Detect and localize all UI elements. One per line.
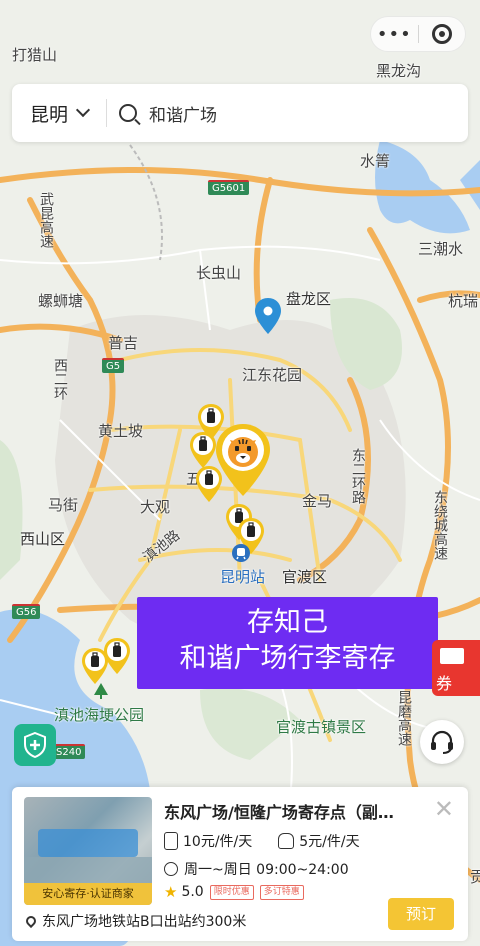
map-label: 金马 bbox=[302, 492, 333, 510]
map-label: 贡 bbox=[470, 868, 480, 886]
map-label: 官渡区 bbox=[282, 568, 328, 586]
price-row: 10元/件/天 5元/件/天 bbox=[164, 831, 360, 851]
map-label: 水箐 bbox=[360, 152, 391, 170]
luggage-marker-icon[interactable] bbox=[190, 432, 216, 468]
city-selector[interactable]: 昆明 bbox=[12, 100, 106, 127]
map-label: 昆明站 bbox=[220, 568, 266, 586]
promo-banner: 存知己 和谐广场行李寄存 bbox=[137, 597, 438, 689]
map-label: 盘龙区 bbox=[286, 290, 332, 308]
luggage-marker-icon[interactable] bbox=[82, 648, 108, 684]
book-button[interactable]: 预订 bbox=[388, 898, 454, 930]
map-label: 黑龙沟 bbox=[376, 62, 422, 80]
current-location-pin-icon bbox=[255, 298, 281, 334]
park-icon bbox=[94, 683, 108, 699]
rating-row: ★ 5.0 限时优惠 多订特惠 bbox=[164, 883, 304, 901]
map-label: 三潮水 bbox=[418, 240, 464, 258]
coupon-label: 券 bbox=[436, 674, 453, 693]
backpack-icon bbox=[278, 833, 295, 849]
certified-merchant-badge: 安心寄存·认证商家 bbox=[24, 883, 152, 905]
more-menu-icon[interactable]: ••• bbox=[371, 24, 418, 45]
map-label: 官渡古镇景区 bbox=[276, 718, 367, 736]
road-badge: G5 bbox=[102, 358, 125, 373]
map-label: 滇池海埂公园 bbox=[54, 706, 145, 724]
map-label: 西山区 bbox=[20, 530, 66, 548]
address-row: 东风广场地铁站B口出站约300米 bbox=[23, 911, 247, 931]
map-label: 大观 bbox=[140, 498, 171, 516]
promo-tag: 多订特惠 bbox=[259, 884, 304, 900]
safety-shield-button[interactable] bbox=[14, 724, 56, 766]
map-label: 长虫山 bbox=[196, 264, 242, 282]
road-badge: G56 bbox=[12, 604, 41, 619]
shield-plus-icon bbox=[24, 732, 46, 758]
map-label: 东绕城高速 bbox=[432, 490, 448, 560]
search-bar: 昆明 和谐广场 bbox=[12, 84, 468, 142]
close-card-icon[interactable]: ✕ bbox=[434, 795, 454, 823]
miniprogram-capsule: ••• bbox=[370, 16, 466, 52]
train-station-icon bbox=[232, 544, 250, 562]
customer-support-button[interactable] bbox=[420, 720, 464, 764]
coupon-button[interactable]: 券 bbox=[432, 640, 480, 696]
close-miniprogram-icon[interactable] bbox=[418, 24, 465, 44]
selected-location-marker-icon[interactable] bbox=[216, 424, 270, 496]
map-label: 武昆高速 bbox=[38, 192, 54, 248]
map-label: 杭瑞 bbox=[448, 292, 479, 310]
search-icon bbox=[119, 104, 137, 122]
promo-tag: 限时优惠 bbox=[209, 884, 254, 900]
search-divider bbox=[106, 99, 107, 127]
opening-hours: 周一~周日 09:00~24:00 bbox=[184, 862, 349, 878]
star-icon: ★ bbox=[164, 883, 178, 901]
location-pin-icon bbox=[23, 913, 39, 929]
storage-point-title: 东风广场/恒隆广场寄存点（副… bbox=[164, 803, 394, 822]
promo-subtitle: 和谐广场行李寄存 bbox=[179, 643, 396, 674]
map-label: 东二环路 bbox=[350, 448, 366, 504]
price-large-luggage: 10元/件/天 bbox=[183, 834, 253, 850]
large-luggage-icon bbox=[164, 832, 178, 850]
map-label: 黄土坡 bbox=[98, 422, 144, 440]
city-label: 昆明 bbox=[30, 103, 69, 126]
map-label: 螺蛳塘 bbox=[38, 292, 84, 310]
road-badge: G5601 bbox=[208, 180, 250, 195]
map-label: 西二环 bbox=[52, 358, 68, 400]
map-label: 马街 bbox=[48, 496, 79, 514]
hours-row: 周一~周日 09:00~24:00 bbox=[164, 859, 349, 879]
storage-point-card[interactable]: 安心寄存·认证商家 东风广场/恒隆广场寄存点（副… ✕ 10元/件/天 5元/件… bbox=[12, 787, 468, 941]
rating-value: 5.0 bbox=[181, 884, 204, 900]
chevron-down-icon bbox=[75, 102, 91, 118]
clock-icon bbox=[164, 862, 178, 876]
promo-brand: 存知己 bbox=[247, 607, 328, 638]
map-label: 打猎山 bbox=[12, 46, 58, 64]
price-small-luggage: 5元/件/天 bbox=[299, 834, 360, 850]
map-label: 江东花园 bbox=[242, 366, 303, 384]
map-label: 昆磨高速 bbox=[396, 690, 412, 746]
headset-icon bbox=[431, 730, 453, 754]
road-badge: S240 bbox=[52, 744, 86, 759]
address-text: 东风广场地铁站B口出站约300米 bbox=[42, 914, 247, 930]
search-input[interactable]: 和谐广场 bbox=[149, 101, 217, 126]
storage-point-thumbnail: 安心寄存·认证商家 bbox=[24, 797, 152, 905]
map-label: 普吉 bbox=[108, 334, 139, 352]
